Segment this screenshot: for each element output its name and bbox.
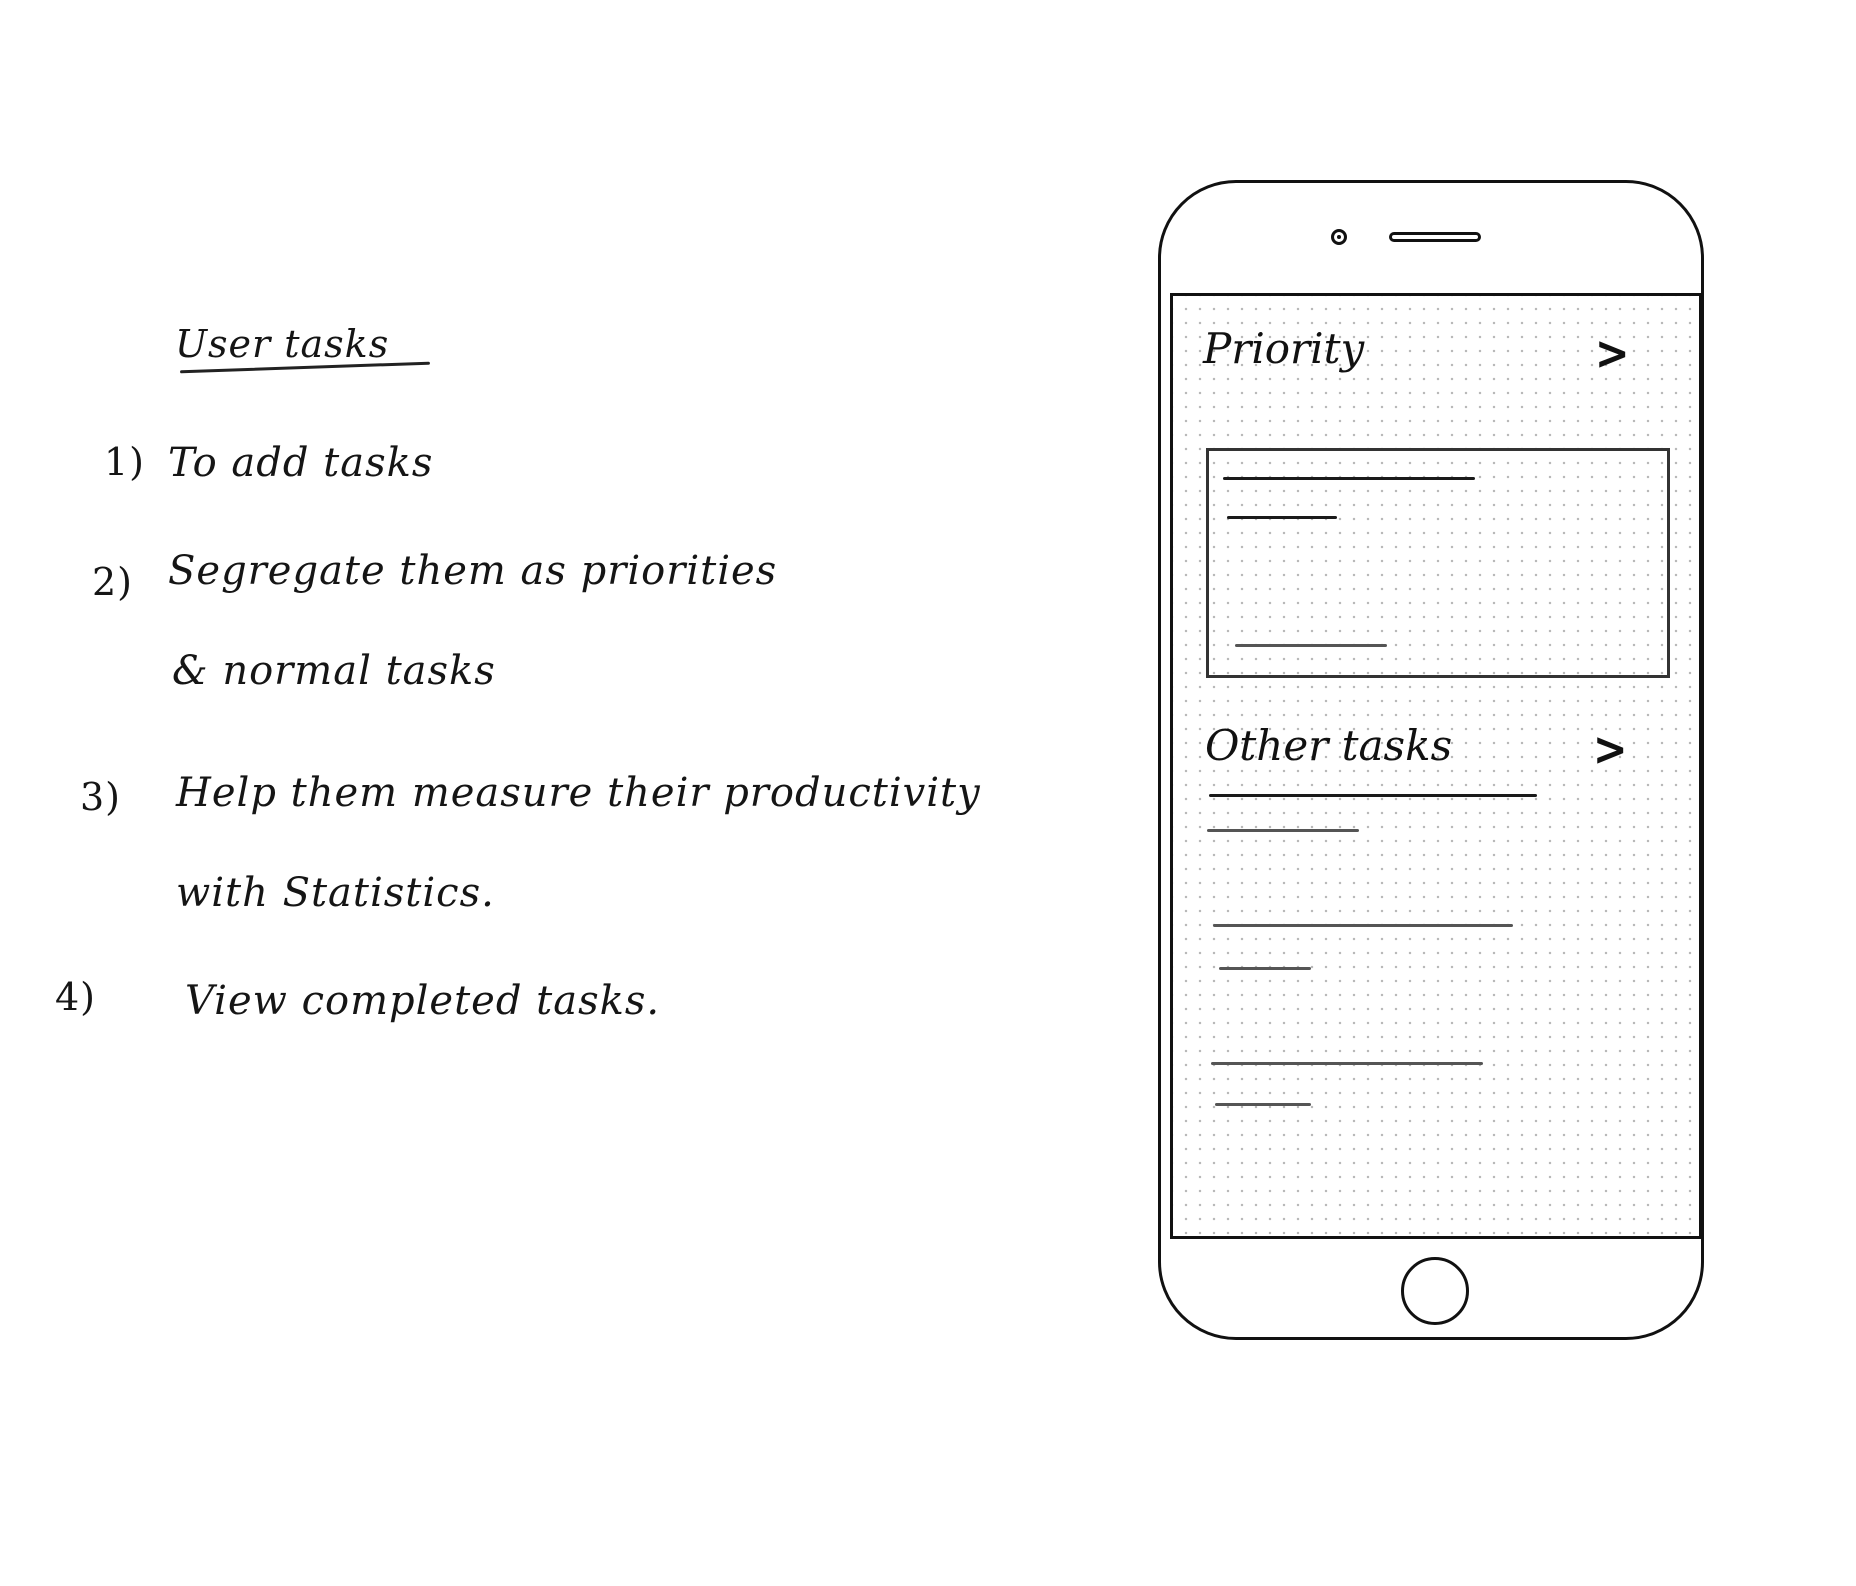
task-text-1: To add tasks	[168, 440, 434, 486]
home-button[interactable]	[1401, 1257, 1469, 1325]
task-number-4: 4)	[55, 975, 97, 1019]
task-text-3b: with Statistics.	[176, 870, 495, 916]
task-text-4: View completed tasks.	[185, 978, 661, 1024]
task-number-1: 1)	[104, 440, 146, 484]
card-line-subtitle	[1227, 516, 1337, 519]
list-item-subtitle-line	[1215, 1103, 1311, 1106]
card-line-footer	[1235, 644, 1387, 647]
camera-icon	[1331, 229, 1347, 245]
list-item-subtitle-line	[1207, 829, 1359, 832]
notes-heading: User tasks	[175, 322, 390, 366]
list-item-subtitle-line	[1219, 967, 1311, 970]
phone-screen: Priority > Other tasks >	[1170, 293, 1702, 1239]
card-line-title	[1223, 477, 1475, 480]
speaker-slot	[1389, 232, 1481, 242]
list-item-title-line	[1213, 924, 1513, 927]
other-tasks-title: Other tasks	[1205, 721, 1453, 770]
task-text-3a: Help them measure their productivity	[176, 770, 981, 816]
chevron-right-icon[interactable]: >	[1593, 726, 1628, 772]
task-number-3: 3)	[80, 775, 122, 819]
task-text-2a: Segregate them as priorities	[168, 548, 778, 594]
priority-task-card[interactable]	[1206, 448, 1670, 678]
phone-frame: Priority > Other tasks >	[1158, 180, 1704, 1340]
list-item-title-line	[1209, 794, 1537, 797]
chevron-right-icon[interactable]: >	[1595, 330, 1630, 376]
list-item-title-line	[1211, 1062, 1483, 1065]
task-text-2b: & normal tasks	[172, 648, 496, 694]
priority-title: Priority	[1203, 324, 1365, 373]
task-number-2: 2)	[92, 560, 134, 604]
